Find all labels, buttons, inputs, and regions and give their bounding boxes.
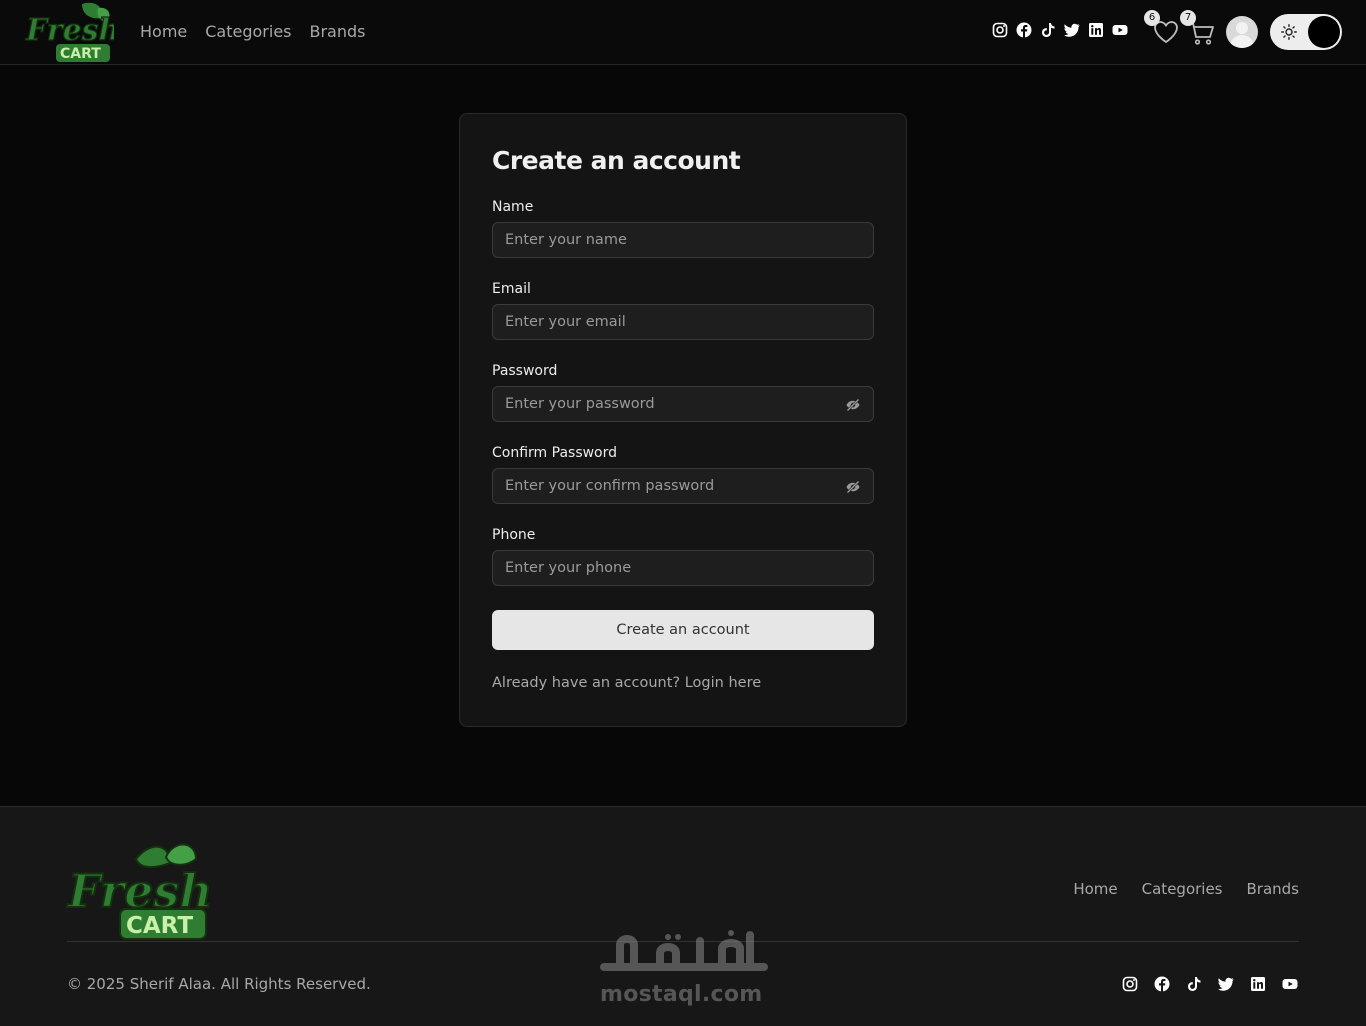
tiktok-icon[interactable]	[1040, 22, 1056, 38]
main-nav: Home Categories Brands	[140, 20, 366, 44]
toggle-knob	[1308, 16, 1340, 48]
create-account-button[interactable]: Create an account	[492, 610, 874, 650]
register-card: Create an account Name Email Password Co…	[459, 113, 907, 727]
nav-categories-link[interactable]: Categories	[205, 20, 291, 44]
facebook-icon[interactable]	[1016, 22, 1032, 38]
login-link[interactable]: Already have an account? Login here	[492, 675, 761, 691]
name-input[interactable]	[505, 223, 835, 257]
footer-categories-link[interactable]: Categories	[1142, 880, 1223, 898]
cart-count-badge: 7	[1180, 10, 1196, 26]
wishlist-count-badge: 6	[1144, 10, 1160, 26]
twitter-icon[interactable]	[1218, 976, 1234, 992]
email-field-wrapper	[492, 304, 874, 340]
twitter-icon[interactable]	[1064, 22, 1080, 38]
linkedin-icon[interactable]	[1250, 976, 1266, 992]
nav-home-link[interactable]: Home	[140, 20, 187, 44]
svg-text:Fresh: Fresh	[25, 13, 114, 48]
name-field-wrapper	[492, 222, 874, 258]
footer-home-link[interactable]: Home	[1073, 880, 1117, 898]
svg-text:CART: CART	[60, 46, 101, 62]
wishlist-button[interactable]: 6	[1144, 10, 1184, 50]
phone-field-wrapper	[492, 550, 874, 586]
linkedin-icon[interactable]	[1088, 22, 1104, 38]
youtube-icon[interactable]	[1112, 22, 1128, 38]
phone-label: Phone	[492, 527, 536, 543]
footer: Fresh CART Home Categories Brands © 2025…	[0, 806, 1366, 1026]
watermark-url: mostaql.com	[600, 982, 763, 1007]
email-label: Email	[492, 281, 531, 297]
phone-input[interactable]	[505, 551, 835, 585]
password-input[interactable]	[505, 387, 835, 421]
fresh-cart-logo[interactable]: Fresh CART	[66, 837, 210, 943]
facebook-icon[interactable]	[1154, 976, 1170, 992]
theme-toggle[interactable]	[1270, 14, 1342, 50]
eye-off-icon[interactable]	[845, 479, 861, 495]
eye-off-icon[interactable]	[845, 397, 861, 413]
cart-button[interactable]: 7	[1180, 10, 1220, 50]
fresh-cart-logo[interactable]: Fresh CART	[24, 0, 114, 64]
confirm-password-input[interactable]	[505, 469, 835, 503]
watermark-logo	[600, 930, 768, 971]
confirm-password-label: Confirm Password	[492, 445, 618, 461]
page-title: Create an account	[492, 146, 741, 175]
footer-brands-link[interactable]: Brands	[1247, 880, 1300, 898]
user-icon	[1230, 22, 1254, 48]
confirm-password-field-wrapper	[492, 468, 874, 504]
user-avatar[interactable]	[1226, 16, 1258, 48]
copyright-text: © 2025 Sherif Alaa. All Rights Reserved.	[67, 975, 371, 993]
name-label: Name	[492, 199, 534, 215]
instagram-icon[interactable]	[992, 22, 1008, 38]
svg-text:CART: CART	[126, 913, 193, 939]
footer-nav: Home Categories Brands	[1073, 880, 1299, 898]
sun-icon	[1281, 24, 1297, 40]
password-field-wrapper	[492, 386, 874, 422]
watermark: mostaql.com	[600, 927, 770, 1007]
social-links-footer	[1122, 976, 1298, 992]
password-label: Password	[492, 363, 558, 379]
email-input[interactable]	[505, 305, 835, 339]
youtube-icon[interactable]	[1282, 976, 1298, 992]
tiktok-icon[interactable]	[1186, 976, 1202, 992]
nav-brands-link[interactable]: Brands	[310, 20, 366, 44]
social-links-header	[992, 22, 1128, 38]
navbar: Fresh CART Home Categories Brands 6 7	[0, 0, 1366, 65]
instagram-icon[interactable]	[1122, 976, 1138, 992]
